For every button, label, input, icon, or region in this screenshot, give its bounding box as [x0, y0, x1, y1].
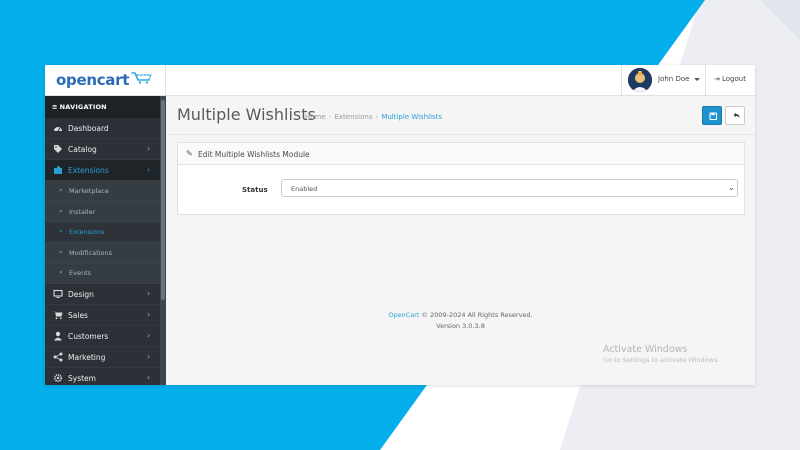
- breadcrumb-extensions[interactable]: Extensions: [334, 113, 372, 121]
- sidebar-item-dashboard[interactable]: Dashboard: [45, 118, 160, 139]
- page-title: Multiple Wishlists: [177, 105, 316, 124]
- sidebar: ≡ NAVIGATION Dashboard Catalog › Extensio…: [45, 96, 166, 385]
- activate-windows-watermark: Activate Windows Go to Settings to activ…: [603, 344, 719, 364]
- tags-icon: [54, 145, 62, 153]
- user-name: John Doe: [658, 75, 690, 83]
- back-button[interactable]: [725, 106, 745, 125]
- sidebar-item-design[interactable]: Design ›: [45, 283, 160, 305]
- chevron-right-icon: ›: [147, 330, 151, 340]
- status-select-value: Enabled: [291, 185, 318, 193]
- breadcrumb-separator: ›: [375, 113, 379, 121]
- chevron-down-icon: [694, 78, 700, 81]
- logout-label: Logout: [722, 75, 746, 83]
- submenu-item-extensions[interactable]: » Extensions: [45, 222, 160, 243]
- main-content: Multiple Wishlists Home › Extensions › Multi…: [166, 96, 755, 385]
- user-menu[interactable]: John Doe: [621, 65, 706, 96]
- double-chevron-icon: »: [59, 228, 63, 235]
- avatar-image: [628, 68, 652, 92]
- submenu-item-marketplace[interactable]: » Marketplace: [45, 181, 160, 202]
- submenu-item-label: Events: [69, 269, 92, 277]
- sidebar-item-label: Design: [68, 289, 94, 299]
- sidebar-item-sales[interactable]: Sales ›: [45, 304, 160, 326]
- submenu-item-events[interactable]: » Events: [45, 263, 160, 284]
- sidebar-item-label: Marketing: [68, 352, 106, 362]
- chevron-down-icon: ›: [147, 165, 151, 174]
- submenu-item-modifications[interactable]: » Modifications: [45, 243, 160, 263]
- sidebar-item-label: Sales: [68, 310, 88, 320]
- submenu-item-label: Installer: [69, 207, 96, 216]
- sidebar-item-customers[interactable]: Customers ›: [45, 325, 160, 347]
- watermark-title: Activate Windows: [603, 344, 688, 355]
- extensions-submenu: » Marketplace » Installer » Extensions »…: [45, 181, 160, 284]
- sidebar-item-extensions[interactable]: Extensions ›: [45, 160, 160, 181]
- sidebar-menu: Dashboard Catalog › Extensions › » Marke…: [45, 118, 160, 385]
- chevron-right-icon: ›: [147, 372, 151, 382]
- breadcrumb-current[interactable]: Multiple Wishlists: [381, 113, 442, 121]
- submenu-item-label: Modifications: [69, 248, 113, 257]
- submenu-item-label: Marketplace: [69, 187, 109, 195]
- copyright-line: OpenCart © 2009-2024 All Rights Reserved…: [166, 310, 755, 321]
- panel-heading: ✎ Edit Multiple Wishlists Module: [178, 143, 744, 165]
- sign-out-icon: ⇥: [714, 75, 720, 83]
- chevron-right-icon: ›: [147, 351, 151, 361]
- double-chevron-icon: »: [59, 248, 63, 256]
- chevron-right-icon: ›: [147, 309, 151, 319]
- sidebar-item-label: Extensions: [68, 166, 109, 175]
- pencil-icon: ✎: [186, 149, 193, 158]
- double-chevron-icon: »: [59, 207, 63, 215]
- divider: [166, 134, 755, 135]
- puzzle-icon: [54, 166, 62, 174]
- chevron-right-icon: ›: [147, 144, 151, 153]
- double-chevron-icon: »: [59, 187, 63, 194]
- double-chevron-icon: »: [59, 269, 63, 276]
- navigation-heading-label: NAVIGATION: [59, 103, 107, 111]
- sidebar-item-marketing[interactable]: Marketing ›: [45, 346, 160, 368]
- submenu-item-installer[interactable]: » Installer: [45, 202, 160, 222]
- navigation-heading[interactable]: ≡ NAVIGATION: [45, 96, 160, 118]
- menu-icon: ≡: [52, 103, 58, 111]
- monitor-icon: [53, 289, 63, 298]
- avatar: [628, 68, 652, 92]
- logo[interactable]: opencart: [45, 65, 166, 96]
- gear-icon: [53, 373, 63, 382]
- breadcrumb-home[interactable]: Home: [305, 113, 326, 121]
- breadcrumb: Home › Extensions › Multiple Wishlists: [305, 113, 442, 121]
- logout-link[interactable]: ⇥ Logout: [712, 65, 755, 96]
- status-label: Status: [242, 186, 268, 194]
- sidebar-item-label: Catalog: [68, 145, 97, 154]
- version-text: Version 3.0.3.8: [436, 322, 485, 330]
- sidebar-item-label: Dashboard: [68, 124, 109, 133]
- status-select[interactable]: Enabled ⌄: [281, 179, 738, 197]
- sidebar-item-label: Customers: [68, 331, 109, 341]
- sidebar-item-label: System: [68, 373, 96, 383]
- opencart-link[interactable]: OpenCart: [388, 311, 419, 319]
- top-header: opencart John Doe ⇥ Logout: [45, 65, 755, 96]
- reply-icon: [733, 112, 740, 118]
- opencart-admin-window: opencart John Doe ⇥ Logout ≡ NAVIGATION …: [45, 65, 755, 385]
- dashboard-icon: [54, 127, 62, 132]
- cart-logo-icon: [131, 72, 152, 84]
- panel-title: Edit Multiple Wishlists Module: [198, 150, 310, 159]
- breadcrumb-separator: ›: [328, 113, 332, 121]
- share-icon: [53, 352, 63, 361]
- logo-text: opencart: [56, 71, 130, 89]
- sidebar-item-catalog[interactable]: Catalog ›: [45, 139, 160, 160]
- sidebar-item-system[interactable]: System ›: [45, 367, 160, 385]
- watermark-subtitle: Go to Settings to activate Windows.: [603, 356, 720, 364]
- floppy-disk-icon: [709, 112, 718, 121]
- sidebar-scrollbar-thumb[interactable]: [161, 100, 165, 300]
- chevron-down-icon: ⌄: [728, 183, 735, 192]
- edit-module-panel: ✎ Edit Multiple Wishlists Module Status …: [177, 142, 745, 215]
- user-icon: [54, 331, 62, 340]
- save-button[interactable]: [702, 106, 722, 125]
- submenu-item-label: Extensions: [69, 228, 105, 236]
- copyright-text: © 2009-2024 All Rights Reserved.: [421, 311, 533, 319]
- cart-icon: [53, 311, 63, 319]
- chevron-right-icon: ›: [147, 288, 151, 298]
- footer: OpenCart © 2009-2024 All Rights Reserved…: [166, 310, 755, 332]
